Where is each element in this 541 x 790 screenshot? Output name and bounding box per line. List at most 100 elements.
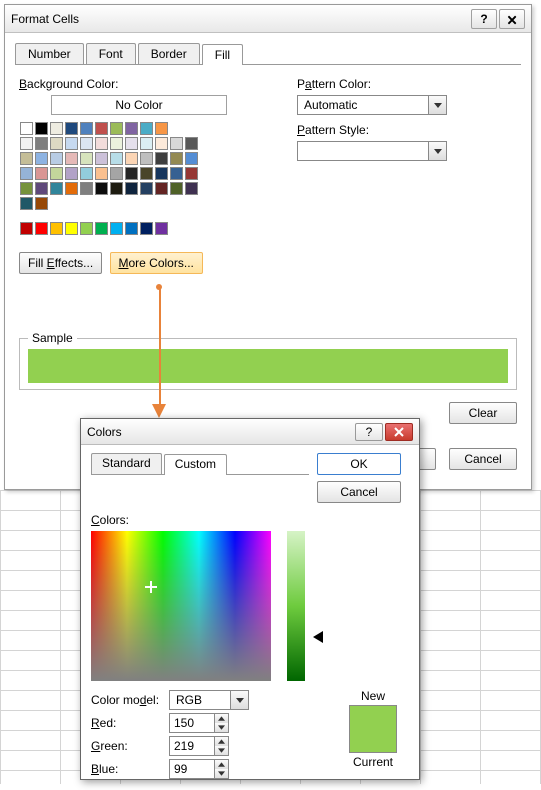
color-spectrum[interactable] [91,531,271,681]
colors-close-button[interactable] [385,423,413,441]
color-swatch[interactable] [20,152,33,165]
colors-cancel-button[interactable]: Cancel [317,481,401,503]
color-swatch[interactable] [155,222,168,235]
color-swatch[interactable] [50,167,63,180]
colors-tab-standard[interactable]: Standard [91,453,162,474]
color-swatch[interactable] [65,222,78,235]
color-swatch[interactable] [35,222,48,235]
cancel-button[interactable]: Cancel [449,448,517,470]
color-swatch[interactable] [125,137,138,150]
color-swatch[interactable] [20,182,33,195]
color-swatch[interactable] [110,222,123,235]
color-swatch[interactable] [185,137,198,150]
color-swatch[interactable] [125,167,138,180]
color-swatch[interactable] [35,122,48,135]
color-swatch[interactable] [110,122,123,135]
color-swatch[interactable] [65,152,78,165]
color-swatch[interactable] [65,122,78,135]
color-swatch[interactable] [65,167,78,180]
color-swatch[interactable] [80,182,93,195]
color-swatch[interactable] [35,182,48,195]
color-swatch[interactable] [35,197,48,210]
more-colors-button[interactable]: More Colors... [110,252,203,274]
help-button[interactable]: ? [471,9,497,29]
color-swatch[interactable] [185,182,198,195]
color-swatch[interactable] [140,137,153,150]
color-swatch[interactable] [110,152,123,165]
color-swatch[interactable] [125,152,138,165]
color-swatch[interactable] [20,167,33,180]
color-swatch[interactable] [170,152,183,165]
color-swatch[interactable] [185,167,198,180]
red-input[interactable]: 150 [169,713,229,733]
color-swatch[interactable] [65,182,78,195]
color-swatch[interactable] [125,122,138,135]
color-swatch[interactable] [20,197,33,210]
luminance-pointer-icon[interactable] [313,631,323,643]
color-swatch[interactable] [155,122,168,135]
color-swatch[interactable] [170,167,183,180]
spectrum-crosshair[interactable] [145,581,157,593]
color-swatch[interactable] [125,222,138,235]
color-swatch[interactable] [95,152,108,165]
color-swatch[interactable] [20,122,33,135]
color-swatch[interactable] [140,222,153,235]
colors-tab-custom[interactable]: Custom [164,454,227,475]
red-spin-up[interactable] [215,714,228,723]
color-swatch[interactable] [35,167,48,180]
blue-spin-down[interactable] [215,769,228,778]
pattern-color-dropdown-icon[interactable] [428,96,446,114]
close-button[interactable]: 🗙 [499,9,525,29]
color-swatch[interactable] [95,182,108,195]
green-input[interactable]: 219 [169,736,229,756]
color-swatch[interactable] [110,137,123,150]
green-spin-down[interactable] [215,746,228,755]
color-swatch[interactable] [95,222,108,235]
pattern-style-combo[interactable] [297,141,447,161]
color-swatch[interactable] [80,222,93,235]
color-swatch[interactable] [95,122,108,135]
color-swatch[interactable] [80,137,93,150]
color-swatch[interactable] [185,152,198,165]
color-swatch[interactable] [140,152,153,165]
color-swatch[interactable] [110,167,123,180]
color-swatch[interactable] [155,137,168,150]
color-swatch[interactable] [50,222,63,235]
color-swatch[interactable] [65,137,78,150]
tab-number[interactable]: Number [15,43,84,64]
color-swatch[interactable] [50,137,63,150]
color-swatch[interactable] [155,182,168,195]
tab-border[interactable]: Border [138,43,200,64]
pattern-style-dropdown-icon[interactable] [428,142,446,160]
color-model-combo[interactable]: RGB [169,690,249,710]
luminance-bar[interactable] [287,531,305,681]
color-swatch[interactable] [50,182,63,195]
color-swatch[interactable] [80,122,93,135]
color-swatch[interactable] [50,122,63,135]
color-swatch[interactable] [170,182,183,195]
color-swatch[interactable] [95,167,108,180]
color-swatch[interactable] [155,167,168,180]
fill-effects-button[interactable]: Fill Effects... [19,252,102,274]
blue-spin-up[interactable] [215,760,228,769]
color-swatch[interactable] [140,122,153,135]
color-swatch[interactable] [110,182,123,195]
color-swatch[interactable] [20,137,33,150]
green-spin-up[interactable] [215,737,228,746]
color-swatch[interactable] [35,152,48,165]
blue-input[interactable]: 99 [169,759,229,779]
no-color-button[interactable]: No Color [51,95,227,115]
color-swatch[interactable] [95,137,108,150]
clear-button[interactable]: Clear [449,402,517,424]
color-swatch[interactable] [140,167,153,180]
color-model-dropdown-icon[interactable] [230,691,248,709]
color-swatch[interactable] [35,137,48,150]
color-swatch[interactable] [80,167,93,180]
tab-font[interactable]: Font [86,43,136,64]
pattern-color-combo[interactable]: Automatic [297,95,447,115]
color-swatch[interactable] [155,152,168,165]
color-swatch[interactable] [80,152,93,165]
color-swatch[interactable] [140,182,153,195]
color-swatch[interactable] [170,137,183,150]
colors-help-button[interactable]: ? [355,423,383,441]
